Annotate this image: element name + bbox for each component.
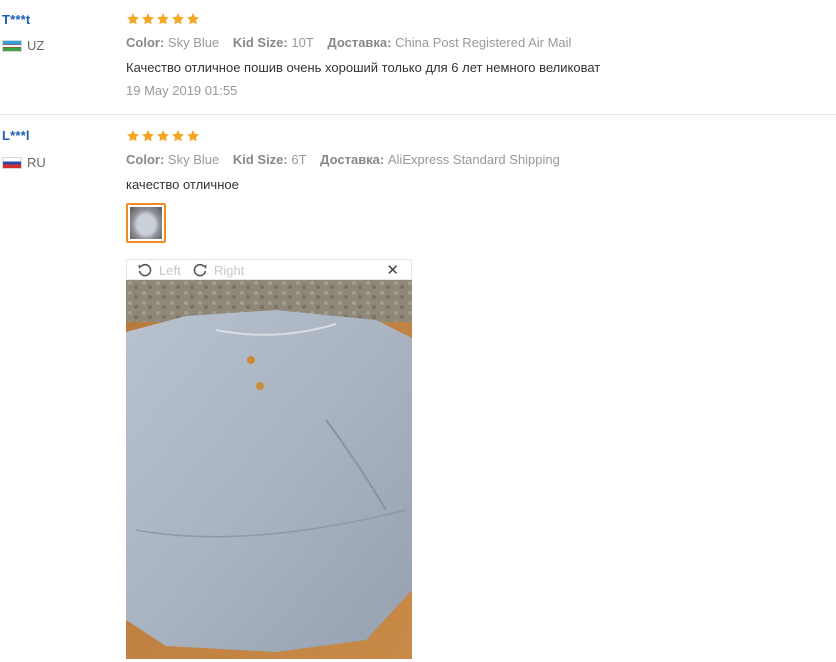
- review-item: T***t UZ Color: Sky Blue Kid Size: 10T Д…: [0, 0, 836, 115]
- size-value: 10T: [291, 35, 314, 50]
- size-label: Kid Size:: [232, 152, 288, 167]
- reviewer-country: RU: [2, 155, 46, 170]
- rotate-right-button[interactable]: Right: [192, 262, 244, 278]
- order-info: Color: Sky Blue Kid Size: 6T Доставка: A…: [126, 152, 570, 167]
- uzbekistan-flag-icon: [2, 39, 22, 52]
- photo-viewer: Left Right ✕: [126, 259, 412, 659]
- color-label: Color:: [126, 152, 165, 167]
- order-info: Color: Sky Blue Kid Size: 10T Доставка: …: [126, 35, 581, 50]
- color-value: Sky Blue: [167, 35, 220, 50]
- star-icon: [141, 12, 155, 26]
- reviewer-name[interactable]: L***l: [2, 128, 30, 143]
- review-photo: [126, 280, 412, 659]
- photo-thumbnail[interactable]: [126, 203, 166, 243]
- close-icon[interactable]: ✕: [386, 261, 399, 279]
- country-code: RU: [27, 155, 46, 170]
- shipping-label: Доставка:: [327, 35, 392, 50]
- country-code: UZ: [27, 38, 45, 53]
- star-icon: [171, 129, 185, 143]
- star-icon: [126, 12, 140, 26]
- star-icon: [171, 12, 185, 26]
- color-value: Sky Blue: [167, 152, 220, 167]
- star-rating: [126, 12, 200, 26]
- review-item: L***l RU Color: Sky Blue Kid Size: 6T До…: [0, 115, 836, 662]
- star-icon: [141, 129, 155, 143]
- color-label: Color:: [126, 35, 165, 50]
- star-icon: [126, 129, 140, 143]
- size-label: Kid Size:: [232, 35, 288, 50]
- rotate-right-icon: [193, 263, 207, 277]
- star-icon: [156, 12, 170, 26]
- reviewer-country: UZ: [2, 38, 44, 53]
- reviewer-name[interactable]: T***t: [2, 12, 30, 27]
- review-text: Качество отличное пошив очень хороший то…: [126, 60, 601, 75]
- shipping-value: China Post Registered Air Mail: [395, 35, 572, 50]
- thumbnail-image: [130, 207, 162, 239]
- size-value: 6T: [291, 152, 307, 167]
- rotate-left-label: Left: [159, 262, 181, 278]
- star-icon: [186, 12, 200, 26]
- shipping-value: AliExpress Standard Shipping: [387, 152, 560, 167]
- photo-viewer-toolbar: Left Right ✕: [126, 259, 412, 280]
- star-icon: [156, 129, 170, 143]
- rotate-left-button[interactable]: Left: [137, 262, 181, 278]
- rotate-left-icon: [138, 263, 152, 277]
- review-text: качество отличное: [126, 177, 239, 192]
- russia-flag-icon: [2, 156, 22, 169]
- shipping-label: Доставка:: [320, 152, 385, 167]
- rotate-right-label: Right: [214, 262, 245, 278]
- star-rating: [126, 129, 200, 143]
- star-icon: [186, 129, 200, 143]
- review-date: 19 May 2019 01:55: [126, 83, 238, 98]
